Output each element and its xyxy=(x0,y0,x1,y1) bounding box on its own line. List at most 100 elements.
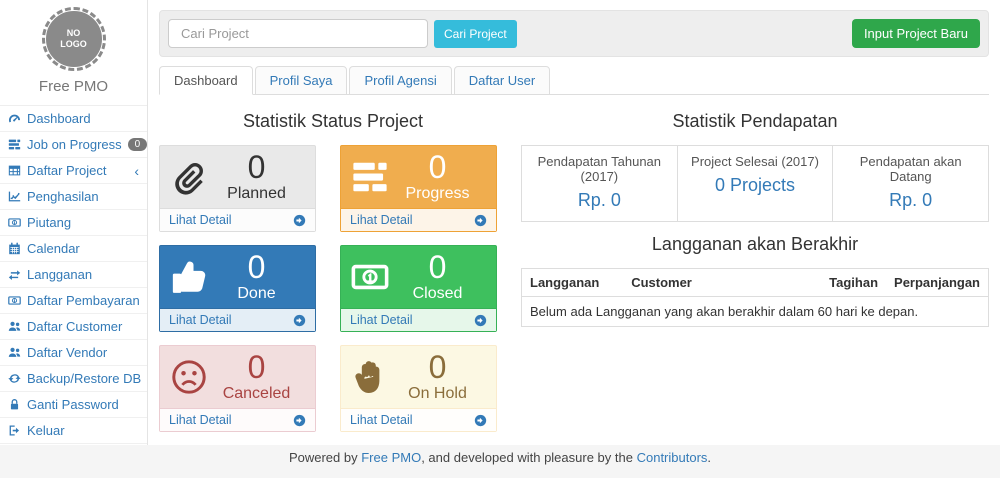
tab-daftar-user[interactable]: Daftar User xyxy=(454,66,550,95)
sidebar-item-keluar[interactable]: Keluar xyxy=(0,418,147,444)
status-card-body: 0Done xyxy=(160,246,315,308)
sidebar-item-piutang[interactable]: Piutang xyxy=(0,210,147,236)
sidebar-item-calendar[interactable]: Calendar xyxy=(0,236,147,262)
income-stats-table: Pendapatan Tahunan (2017)Rp. 0Project Se… xyxy=(521,145,989,222)
income-stat-label: Project Selesai (2017) xyxy=(682,154,829,169)
subscription-col-tagihan: Tagihan xyxy=(821,269,886,297)
status-count: 0 xyxy=(248,150,266,184)
paperclip-icon xyxy=(170,158,208,196)
frown-icon xyxy=(170,358,208,396)
footer-text-suffix: . xyxy=(707,450,711,465)
view-detail-link[interactable]: Lihat Detail xyxy=(160,308,315,331)
tasks-icon xyxy=(351,158,389,196)
status-count: 0 xyxy=(248,250,266,284)
subscription-col-customer: Customer xyxy=(623,269,820,297)
status-card-figures: 0Canceled xyxy=(208,350,305,404)
view-detail-link[interactable]: Lihat Detail xyxy=(341,408,496,431)
arrow-circle-right-icon xyxy=(474,214,487,227)
sidebar-item-label: Piutang xyxy=(27,215,71,230)
status-label: Closed xyxy=(413,284,463,304)
status-label: Done xyxy=(237,284,275,304)
income-stat-value[interactable]: 0 Projects xyxy=(682,175,829,196)
subscription-table: LanggananCustomerTagihanPerpanjangan Bel… xyxy=(521,268,989,327)
status-card-on-hold: 0On Hold Lihat Detail xyxy=(340,345,497,432)
logo-wrap: NO LOGO xyxy=(0,0,147,71)
tab-profil-agensi[interactable]: Profil Agensi xyxy=(349,66,451,95)
status-section-title: Statistik Status Project xyxy=(159,111,507,132)
status-count: 0 xyxy=(429,250,447,284)
body-row: NO LOGO Free PMO DashboardJob on Progres… xyxy=(0,0,1000,437)
sidebar-item-label: Daftar Vendor xyxy=(27,345,107,360)
hand-icon xyxy=(351,358,389,396)
status-card-body: 0On Hold xyxy=(341,346,496,408)
status-card-figures: 0Planned xyxy=(208,150,305,204)
view-detail-label: Lihat Detail xyxy=(169,313,232,327)
lock-icon xyxy=(8,398,21,411)
view-detail-label: Lihat Detail xyxy=(350,313,413,327)
footer-link-contributors[interactable]: Contributors xyxy=(637,450,708,465)
income-stat-value[interactable]: Rp. 0 xyxy=(837,190,984,211)
users-icon xyxy=(8,320,21,333)
subscription-header-row: LanggananCustomerTagihanPerpanjangan xyxy=(522,269,989,297)
sidebar-item-langganan[interactable]: Langganan xyxy=(0,262,147,288)
view-detail-link[interactable]: Lihat Detail xyxy=(341,208,496,231)
status-card-figures: 0On Hold xyxy=(389,350,486,404)
subscription-empty-row: Belum ada Langganan yang akan berakhir d… xyxy=(522,297,989,327)
status-card-body: 0Canceled xyxy=(160,346,315,408)
status-card-body: 0Closed xyxy=(341,246,496,308)
search-input[interactable] xyxy=(168,19,428,48)
search-button[interactable]: Cari Project xyxy=(434,20,517,48)
sidebar-item-label: Langganan xyxy=(27,267,92,282)
table-icon xyxy=(8,164,21,177)
footer-link-free-pmo[interactable]: Free PMO xyxy=(361,450,421,465)
view-detail-label: Lihat Detail xyxy=(350,413,413,427)
stats-column: Statistik Pendapatan Pendapatan Tahunan … xyxy=(507,99,989,445)
brand-name: Free PMO xyxy=(0,71,147,105)
income-stat-label: Pendapatan Tahunan (2017) xyxy=(526,154,673,184)
status-card-closed: 0ClosedLihat Detail xyxy=(340,245,497,332)
status-card-figures: 0Done xyxy=(208,250,305,304)
view-detail-link[interactable]: Lihat Detail xyxy=(160,408,315,431)
sidebar-item-penghasilan[interactable]: Penghasilan xyxy=(0,184,147,210)
sidebar-item-backup-restore-db[interactable]: Backup/Restore DB xyxy=(0,366,147,392)
tab-profil-saya[interactable]: Profil Saya xyxy=(255,66,348,95)
sidebar-item-ganti-password[interactable]: Ganti Password xyxy=(0,392,147,418)
arrow-circle-right-icon xyxy=(474,414,487,427)
status-count: 0 xyxy=(429,350,447,384)
status-card-progress: 0ProgressLihat Detail xyxy=(340,145,497,232)
view-detail-link[interactable]: Lihat Detail xyxy=(160,208,315,231)
count-badge: 0 xyxy=(128,138,148,151)
sidebar-item-label: Job on Progress xyxy=(27,137,122,152)
income-stat-value[interactable]: Rp. 0 xyxy=(526,190,673,211)
status-card-canceled: 0Canceled Lihat Detail xyxy=(159,345,316,432)
logo-text: NO LOGO xyxy=(59,28,89,51)
arrow-circle-right-icon xyxy=(293,314,306,327)
app-logo: NO LOGO xyxy=(46,11,102,67)
sidebar-item-dashboard[interactable]: Dashboard xyxy=(0,106,147,132)
arrow-circle-right-icon xyxy=(293,414,306,427)
sidebar-item-job-on-progress[interactable]: Job on Progress 0 xyxy=(0,132,147,158)
status-column: Statistik Status Project 0Planned Lihat D… xyxy=(159,99,507,445)
new-project-button[interactable]: Input Project Baru xyxy=(852,19,980,48)
income-stat-pendapatan-akan-datang: Pendapatan akan Datang Rp. 0 xyxy=(832,146,988,221)
tab-dashboard[interactable]: Dashboard xyxy=(159,66,253,95)
view-detail-link[interactable]: Lihat Detail xyxy=(341,308,496,331)
income-stat-project-selesai-2017: Project Selesai (2017) 0 Projects xyxy=(677,146,833,221)
money-icon xyxy=(351,258,389,296)
sidebar: NO LOGO Free PMO DashboardJob on Progres… xyxy=(0,0,148,445)
arrow-circle-right-icon xyxy=(474,314,487,327)
status-card-body: 0Progress xyxy=(341,146,496,208)
money-icon xyxy=(8,294,21,307)
income-stat-label: Pendapatan akan Datang xyxy=(837,154,984,184)
status-count: 0 xyxy=(248,350,266,384)
view-detail-label: Lihat Detail xyxy=(169,413,232,427)
sidebar-item-daftar-pembayaran[interactable]: Daftar Pembayaran xyxy=(0,288,147,314)
money-icon xyxy=(8,216,21,229)
sidebar-item-daftar-project[interactable]: Daftar Project‹ xyxy=(0,158,147,184)
footer-text-middle: , and developed with pleasure by the xyxy=(421,450,633,465)
sidebar-item-daftar-vendor[interactable]: Daftar Vendor xyxy=(0,340,147,366)
status-cards: 0PlannedLihat Detail0ProgressLihat Detai… xyxy=(159,145,507,445)
sidebar-item-label: Calendar xyxy=(27,241,80,256)
sidebar-panel: NO LOGO Free PMO DashboardJob on Progres… xyxy=(0,0,148,445)
sidebar-item-daftar-customer[interactable]: Daftar Customer xyxy=(0,314,147,340)
